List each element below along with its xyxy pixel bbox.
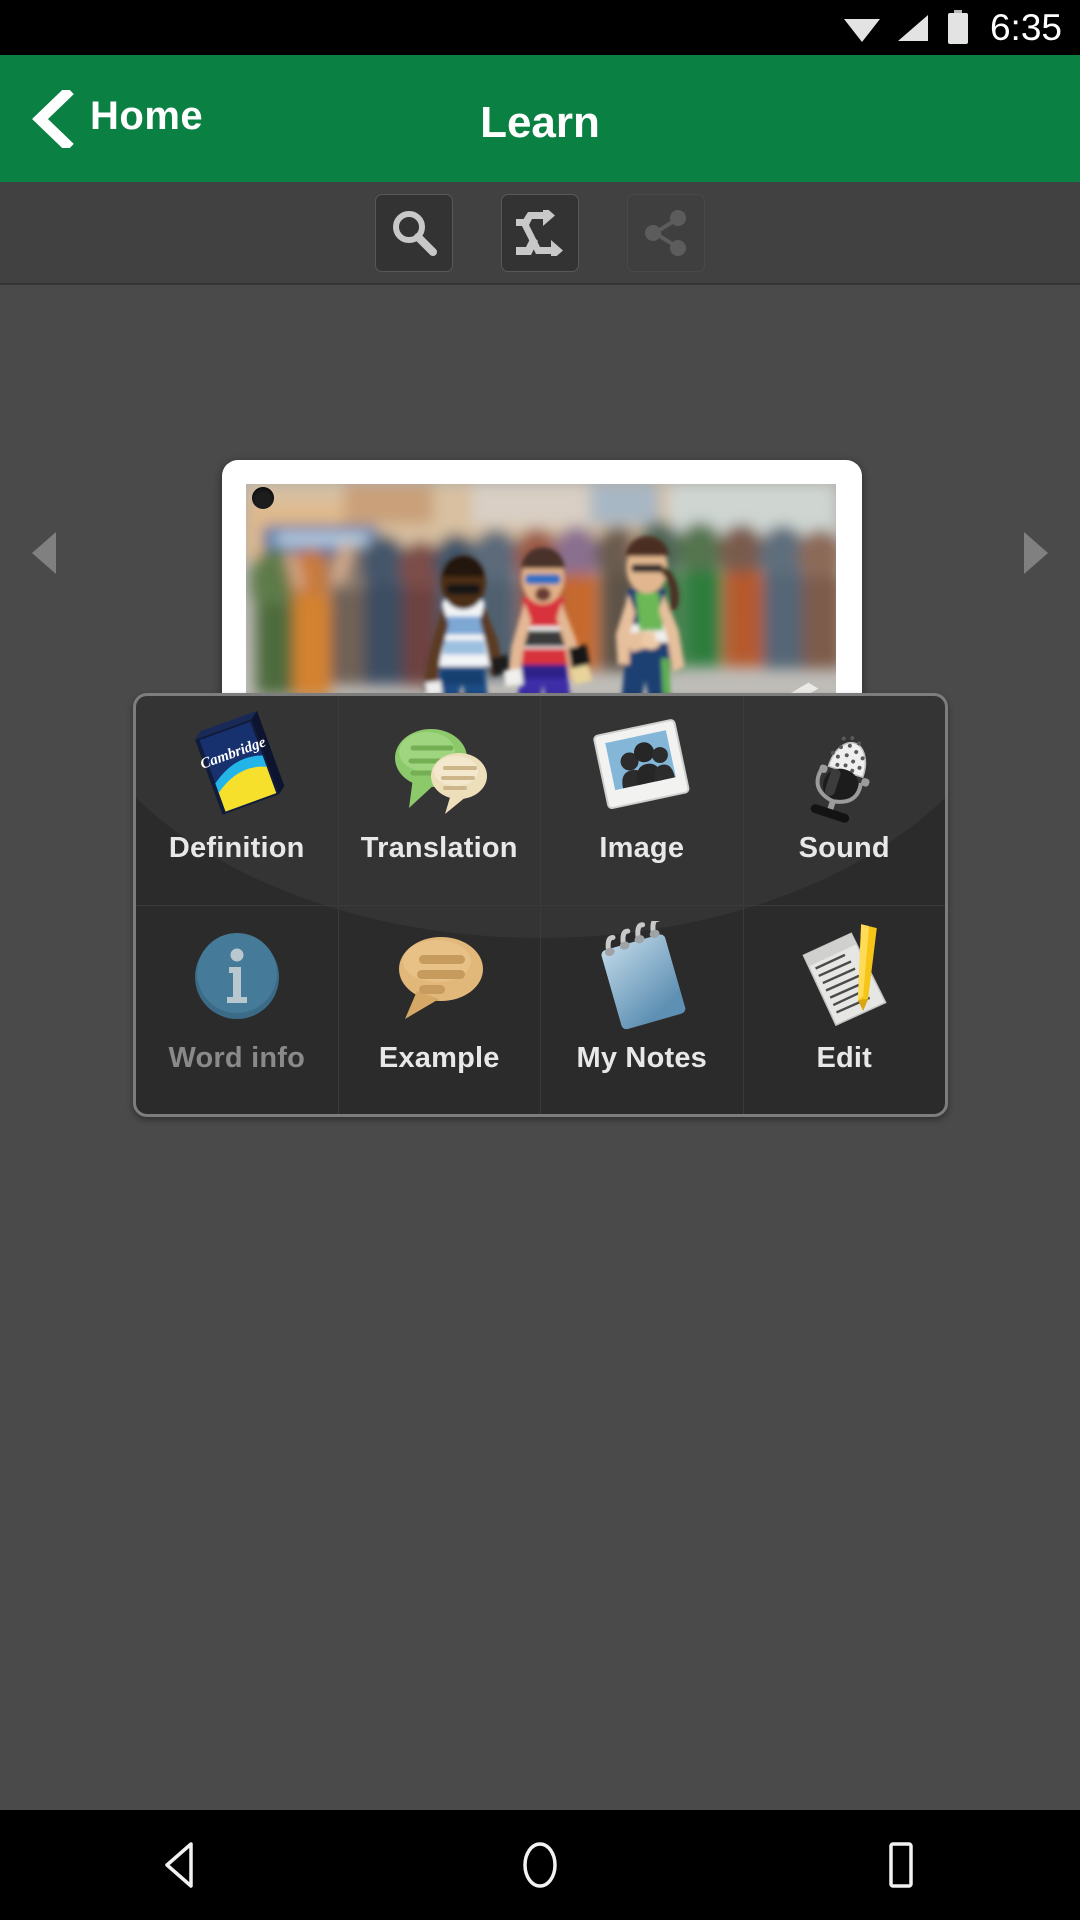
chevron-left-icon [32,89,74,148]
photo-frame-icon [541,708,743,826]
system-nav-bar [0,1810,1080,1920]
two-speech-bubbles-icon [339,708,541,826]
document-pencil-icon [744,918,946,1036]
option-sound[interactable]: Sound [744,696,946,905]
app-screen: 6:35 Learn Home Cambridge Definition Tra… [0,0,1080,1920]
option-label: Definition [168,832,305,864]
spiral-notepad-icon [541,918,743,1036]
triangle-left-icon [32,532,56,574]
battery-icon [947,9,968,44]
back-to-home-button[interactable]: Home [14,55,274,182]
speech-bubble-icon [339,918,541,1036]
nav-back-triangle-icon [165,1842,193,1888]
option-grid: Cambridge Definition Translation Image S… [133,693,948,1117]
option-label: Translation [360,832,518,864]
option-label: Image [599,832,685,864]
shuffle-button[interactable] [501,193,579,272]
signal-icon [897,14,928,41]
info-circle-icon [136,918,338,1036]
status-bar: 6:35 [0,0,1080,55]
cambridge-dictionary-book-icon: Cambridge [136,708,338,826]
option-example[interactable]: Example [339,906,541,1114]
option-translation[interactable]: Translation [339,696,541,905]
photo-pin-dot-icon [252,487,274,509]
nav-recents-button[interactable] [825,1810,975,1920]
option-label: Sound [798,832,890,864]
option-label: Example [378,1042,500,1074]
share-icon [645,209,686,256]
triangle-right-icon [1024,532,1048,574]
back-button-label: Home [90,94,204,138]
search-button[interactable] [375,193,453,272]
option-definition[interactable]: Cambridge Definition [136,696,339,905]
option-grid-row: Cambridge Definition Translation Image S… [136,696,945,906]
option-image[interactable]: Image [541,696,744,905]
share-button[interactable] [627,193,705,272]
nav-home-button[interactable] [465,1810,615,1920]
nav-home-circle-icon [523,1842,557,1888]
search-icon [393,210,437,256]
wifi-icon [843,18,880,42]
content-area: Cambridge Definition Translation Image S… [0,285,1080,1810]
option-label: My Notes [576,1042,707,1074]
action-toolbar [0,182,1080,285]
nav-recents-square-icon [889,1842,913,1888]
microphone-icon [744,708,946,826]
carousel-prev-button[interactable] [14,518,74,588]
option-label: Edit [816,1042,873,1074]
nav-back-button[interactable] [105,1810,255,1920]
option-my-notes[interactable]: My Notes [541,906,744,1114]
shuffle-icon [516,209,563,256]
carousel-next-button[interactable] [1006,518,1066,588]
option-label: Word info [168,1042,306,1074]
option-edit[interactable]: Edit [744,906,946,1114]
app-bar: Learn Home [0,55,1080,182]
option-grid-row: Word info Example My Notes Edit [136,906,946,1114]
option-word-info[interactable]: Word info [136,906,339,1114]
status-time: 6:35 [989,7,1062,48]
